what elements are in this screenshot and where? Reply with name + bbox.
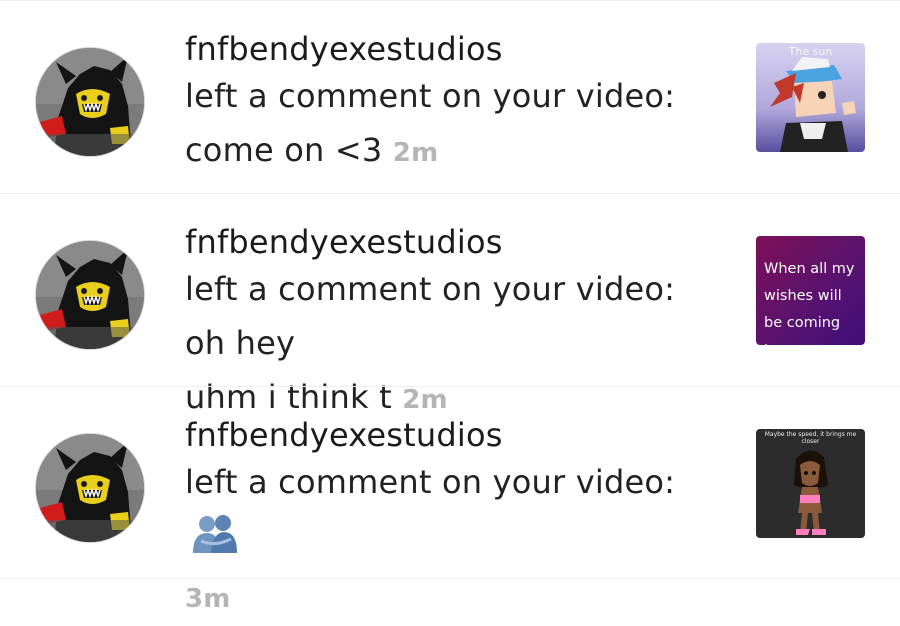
action-text: left a comment on your video: xyxy=(185,77,676,115)
thumbnail-caption: Maybe the speed, it brings me closer xyxy=(764,431,857,445)
video-thumbnail[interactable]: Maybe the speed, it brings me closer xyxy=(756,429,865,538)
notification-message: left a comment on your video: 3m xyxy=(185,455,725,626)
avatar[interactable] xyxy=(36,434,144,542)
username[interactable]: fnfbendyexestudios xyxy=(185,415,725,455)
notification-item[interactable]: fnfbendyexestudios left a comment on you… xyxy=(0,0,900,192)
username[interactable]: fnfbendyexestudios xyxy=(185,222,725,262)
hugging-people-icon xyxy=(191,513,239,569)
avatar[interactable] xyxy=(36,48,144,156)
comment-text-start: oh hey xyxy=(185,324,296,362)
timestamp: 3m xyxy=(185,584,231,614)
timestamp: 2m xyxy=(392,138,439,168)
notification-item[interactable]: fnfbendyexestudios left a comment on you… xyxy=(0,386,900,614)
notification-message: left a comment on your video: come on <3… xyxy=(185,69,725,180)
video-thumbnail[interactable]: When all my wishes will be coming true xyxy=(756,236,865,345)
thumbnail-caption: The sun xyxy=(788,45,833,58)
action-text: left a comment on your video: xyxy=(185,270,676,308)
avatar[interactable] xyxy=(36,241,144,349)
notification-item[interactable]: fnfbendyexestudios left a comment on you… xyxy=(0,193,900,416)
action-text: left a comment on your video: xyxy=(185,463,676,501)
notification-list: fnfbendyexestudios left a comment on you… xyxy=(0,0,900,614)
notification-text: fnfbendyexestudios left a comment on you… xyxy=(185,415,725,626)
thumbnail-caption: When all my wishes will be coming true xyxy=(764,261,855,345)
comment-text: come on <3 xyxy=(185,131,383,169)
username[interactable]: fnfbendyexestudios xyxy=(185,29,725,69)
divider xyxy=(0,578,900,579)
video-thumbnail[interactable]: The sun xyxy=(756,43,865,152)
notification-text: fnfbendyexestudios left a comment on you… xyxy=(185,29,725,180)
